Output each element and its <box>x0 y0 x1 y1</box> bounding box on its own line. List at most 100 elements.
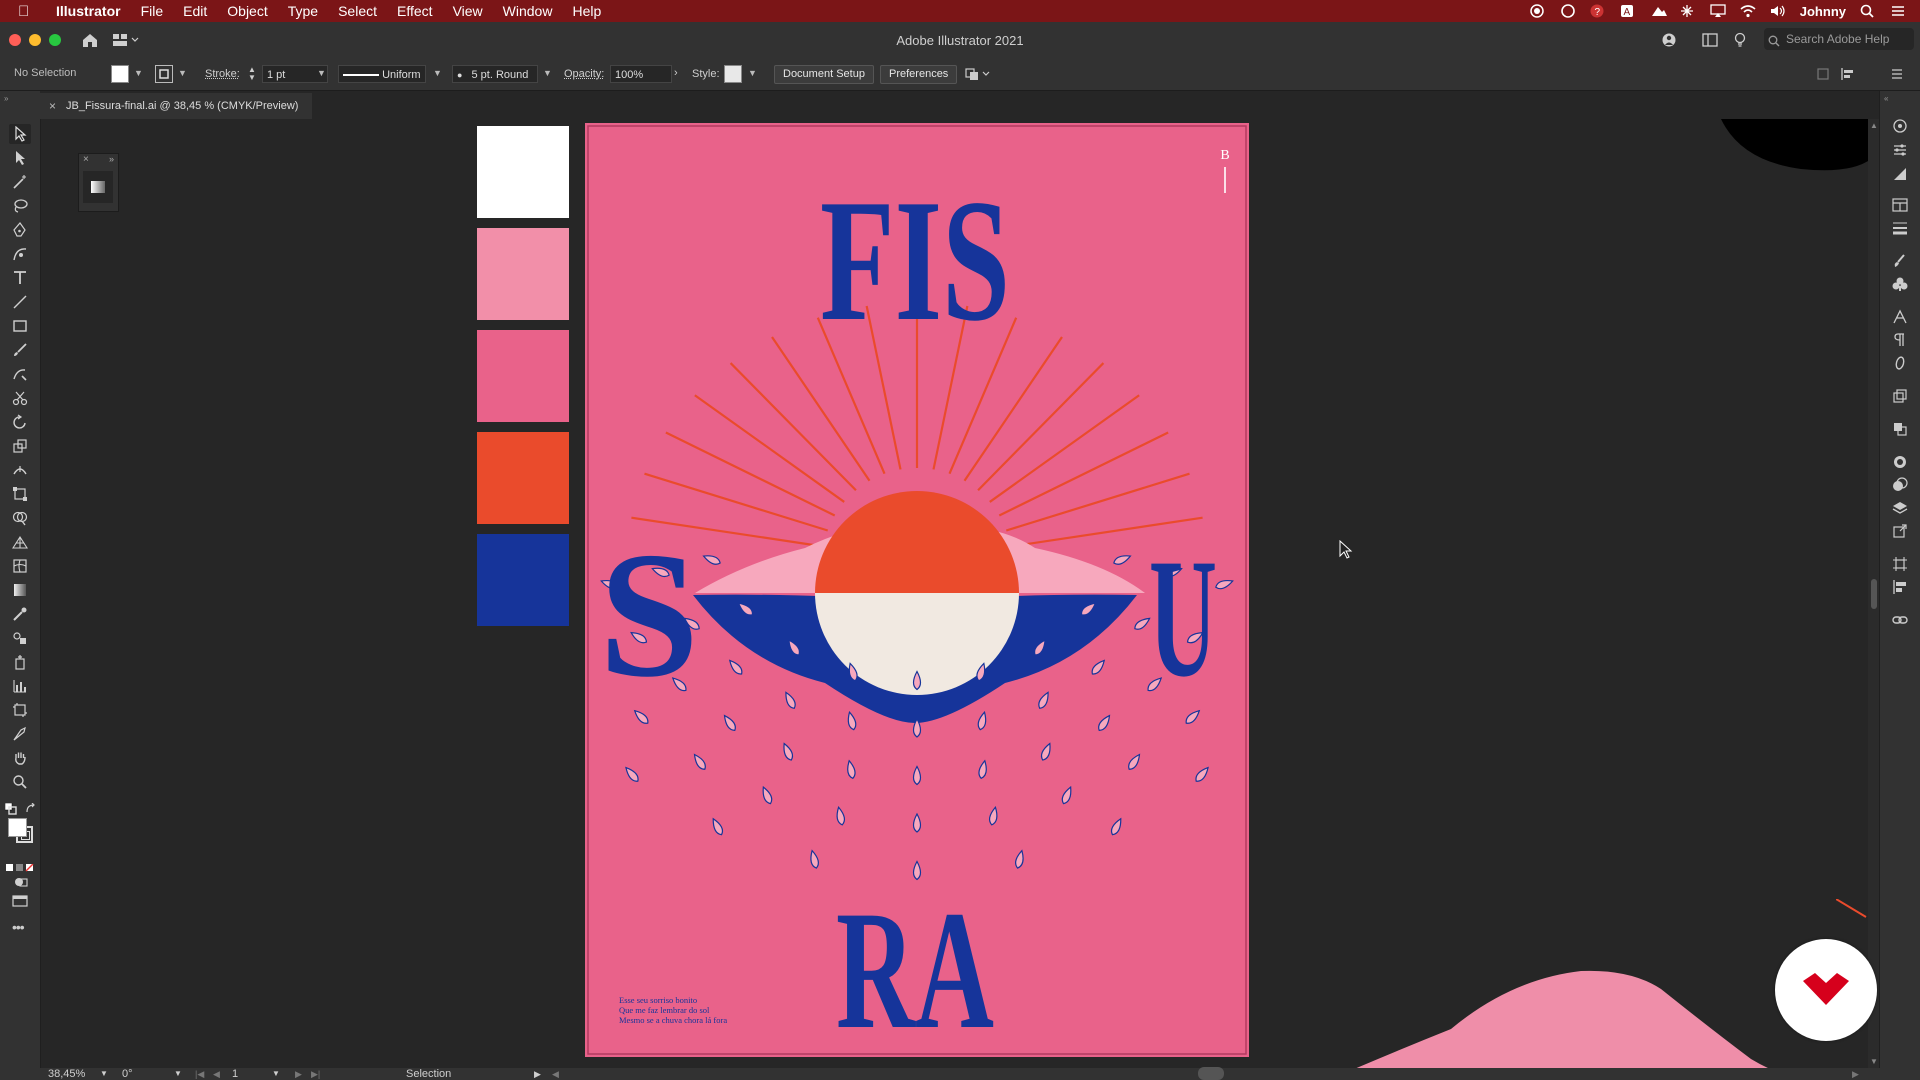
scissors-tool-icon[interactable] <box>9 388 31 408</box>
type-tool-icon[interactable] <box>9 268 31 288</box>
rotation-field[interactable]: 0° <box>122 1068 133 1080</box>
zoom-window-button[interactable] <box>49 34 61 46</box>
blend-tool-icon[interactable] <box>9 628 31 648</box>
symbols-panel-icon[interactable] <box>1891 276 1909 292</box>
arrange-icon[interactable] <box>965 67 991 81</box>
scale-tool-icon[interactable] <box>9 436 31 456</box>
scroll-down-arrow-icon[interactable]: ▼ <box>1870 1057 1878 1066</box>
palette-swatch-light-pink[interactable] <box>477 228 569 320</box>
graphic-style-swatch[interactable] <box>724 65 742 83</box>
menu-window[interactable]: Window <box>493 0 563 22</box>
fill-color-box[interactable] <box>8 818 27 837</box>
lightbulb-icon[interactable] <box>1734 32 1746 48</box>
menu-view[interactable]: View <box>443 0 493 22</box>
asset-export-panel-icon[interactable] <box>1891 523 1909 539</box>
stroke-weight-stepper-icon[interactable]: ▲ ▼ <box>248 66 256 82</box>
rotate-tool-icon[interactable] <box>9 412 31 432</box>
cloud-icon[interactable] <box>1650 4 1667 18</box>
pathfinder-panel-icon[interactable] <box>1891 421 1909 437</box>
graphic-styles-panel-icon[interactable] <box>1891 477 1909 493</box>
line-segment-tool-icon[interactable] <box>9 292 31 312</box>
menu-file[interactable]: File <box>131 0 174 22</box>
status-menu-arrow-icon[interactable]: ▶ <box>534 1068 541 1080</box>
workspace-switcher-icon[interactable] <box>113 33 141 47</box>
opentype-panel-icon[interactable] <box>1891 355 1909 371</box>
minimize-window-button[interactable] <box>29 34 41 46</box>
arrange-documents-icon[interactable] <box>1702 33 1718 47</box>
palette-swatch-red-orange[interactable] <box>477 432 569 524</box>
menu-type[interactable]: Type <box>278 0 328 22</box>
palette-swatch-pink[interactable] <box>477 330 569 422</box>
zoom-dropdown-icon[interactable]: ▼ <box>100 1068 108 1080</box>
next-artboard-icon[interactable]: ▶ <box>295 1068 302 1080</box>
tools-collapse-icon[interactable]: » <box>4 94 8 103</box>
canvas-area[interactable]: × » FIS S U RA B Esse seu sorriso bonito… <box>41 119 1879 1068</box>
artboards-panel-icon[interactable] <box>1891 556 1909 572</box>
menu-app-illustrator[interactable]: Illustrator <box>46 0 131 22</box>
gradient-panel-icon[interactable] <box>83 171 113 203</box>
links-panel-icon[interactable] <box>1891 612 1909 628</box>
color-guide-panel-icon[interactable] <box>1891 166 1909 182</box>
close-document-icon[interactable]: × <box>49 93 56 119</box>
rectangle-tool-icon[interactable] <box>9 316 31 336</box>
perspective-grid-tool-icon[interactable] <box>9 532 31 552</box>
align-panel-icon[interactable] <box>1891 579 1909 595</box>
pen-tool-icon[interactable] <box>9 220 31 240</box>
adobe-help-search-input[interactable]: Search Adobe Help <box>1764 28 1914 50</box>
artboard-tool-icon[interactable] <box>9 700 31 720</box>
appearance-panel-icon[interactable] <box>1891 454 1909 470</box>
floating-panel-close-icon[interactable]: × <box>83 154 89 165</box>
user-name[interactable]: Johnny <box>1800 4 1846 19</box>
opacity-panel-link[interactable]: Opacity: <box>564 68 604 80</box>
shaper-tool-icon[interactable] <box>9 364 31 384</box>
layers-panel-icon[interactable] <box>1891 500 1909 516</box>
rotation-dropdown-icon[interactable]: ▼ <box>174 1068 182 1080</box>
control-center-icon[interactable] <box>1890 4 1906 18</box>
hscroll-left-arrow-icon[interactable]: ◀ <box>552 1068 559 1080</box>
fill-dropdown-chevron-icon[interactable]: ▼ <box>134 68 143 78</box>
artboard-icon[interactable] <box>1816 67 1830 81</box>
magic-wand-tool-icon[interactable] <box>9 172 31 192</box>
libraries-panel-icon[interactable] <box>1891 118 1909 134</box>
floating-gradient-panel[interactable]: × » <box>78 153 119 212</box>
edit-toolbar-more-icon[interactable]: ••• <box>12 919 25 935</box>
menu-effect[interactable]: Effect <box>387 0 443 22</box>
spotlight-search-icon[interactable] <box>1860 4 1876 18</box>
direct-selection-tool-icon[interactable] <box>9 148 31 168</box>
screen-mode-icon[interactable] <box>12 894 28 907</box>
character-panel-icon[interactable] <box>1891 309 1909 325</box>
stroke-weight-dropdown-icon[interactable]: ▼ <box>317 68 326 78</box>
brushes-panel-icon[interactable] <box>1891 253 1909 269</box>
width-tool-icon[interactable] <box>9 460 31 480</box>
preferences-button[interactable]: Preferences <box>880 65 958 84</box>
paintbrush-tool-icon[interactable] <box>9 340 31 360</box>
transform-panel-icon[interactable] <box>1891 388 1909 404</box>
stroke-panel-link[interactable]: Stroke: <box>205 68 240 80</box>
font-app-icon[interactable]: A <box>1620 4 1636 18</box>
column-graph-tool-icon[interactable] <box>9 676 31 696</box>
vertical-scroll-thumb[interactable] <box>1871 579 1877 609</box>
creative-cloud-icon[interactable] <box>1560 4 1576 18</box>
free-transform-tool-icon[interactable] <box>9 484 31 504</box>
shape-builder-tool-icon[interactable] <box>9 508 31 528</box>
brush-definition-dropdown[interactable]: ● 5 pt. Round <box>452 65 538 83</box>
fill-color-swatch[interactable] <box>111 65 129 83</box>
first-artboard-icon[interactable]: |◀ <box>195 1068 204 1080</box>
zoom-tool-icon[interactable] <box>9 772 31 792</box>
document-setup-button[interactable]: Document Setup <box>774 65 874 84</box>
swap-fill-stroke-icon[interactable] <box>25 802 37 814</box>
artboard-dropdown-icon[interactable]: ▼ <box>272 1068 280 1080</box>
artboard-poster[interactable]: FIS S U RA B Esse seu sorriso bonito Que… <box>585 123 1249 1057</box>
floating-panel-expand-icon[interactable]: » <box>109 154 114 164</box>
gradient-tool-icon[interactable] <box>9 580 31 600</box>
swatches-panel-icon[interactable] <box>1891 197 1909 213</box>
menu-help[interactable]: Help <box>562 0 611 22</box>
artboard-number-field[interactable]: 1 <box>232 1068 238 1080</box>
color-mode-icons[interactable] <box>6 859 34 872</box>
eyedropper-tool-icon[interactable] <box>9 604 31 624</box>
style-dropdown-icon[interactable]: ▼ <box>748 68 757 78</box>
horizontal-scroll-thumb[interactable] <box>1198 1067 1224 1080</box>
home-icon[interactable] <box>81 32 99 48</box>
slice-tool-icon[interactable] <box>9 724 31 744</box>
wifi-icon[interactable] <box>1740 4 1756 18</box>
